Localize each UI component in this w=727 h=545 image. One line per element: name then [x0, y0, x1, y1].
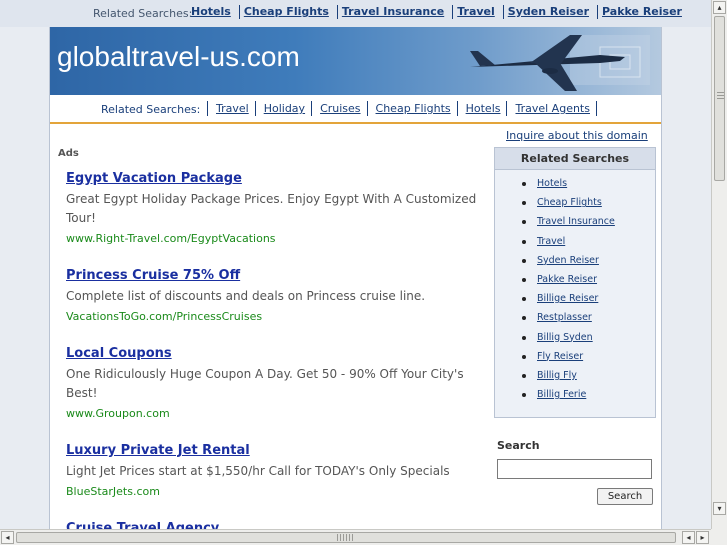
related-link-cheap-flights[interactable]: Cheap Flights: [537, 197, 602, 208]
ad-description: One Ridiculously Huge Coupon A Day. Get …: [66, 367, 464, 400]
ad-description: Complete list of discounts and deals on …: [66, 289, 426, 303]
top-related-label: Related Searches:: [93, 7, 193, 20]
top-related-links: Hotels Cheap Flights Travel Insurance Tr…: [187, 5, 686, 19]
subnav-label: Related Searches:: [101, 103, 201, 116]
related-link-billig-syden[interactable]: Billig Syden: [537, 332, 593, 343]
site-banner: globaltravel-us.com: [50, 27, 661, 95]
vertical-scrollbar[interactable]: ▴ ▾: [711, 0, 727, 529]
search-input[interactable]: [497, 459, 652, 479]
ad-item: Luxury Private Jet Rental Light Jet Pric…: [66, 443, 496, 498]
search-label: Search: [497, 439, 540, 452]
sub-navigation: Related Searches: Travel Holiday Cruises…: [50, 95, 661, 124]
list-item: Pakke Reiser: [519, 274, 655, 293]
inquire-domain-link[interactable]: Inquire about this domain: [506, 129, 648, 142]
top-link-syden-reiser[interactable]: Syden Reiser: [502, 5, 593, 19]
ad-item: Local Coupons One Ridiculously Huge Coup…: [66, 346, 496, 420]
grip-icon: [717, 92, 724, 100]
top-link-pakke-reiser[interactable]: Pakke Reiser: [597, 5, 686, 19]
airplane-icon: [470, 35, 650, 91]
ad-description: Light Jet Prices start at $1,550/hr Call…: [66, 464, 450, 478]
subnav-link-cheap-flights[interactable]: Cheap Flights: [366, 101, 457, 116]
list-item: Billig Fly: [519, 370, 655, 389]
list-item: Billig Ferie: [519, 389, 655, 408]
list-item: Billig Syden: [519, 332, 655, 351]
subnav-link-holiday[interactable]: Holiday: [254, 101, 311, 116]
ad-title-link[interactable]: Egypt Vacation Package: [66, 171, 496, 186]
site-title[interactable]: globaltravel-us.com: [57, 41, 300, 73]
search-button[interactable]: Search: [597, 488, 653, 505]
related-link-restplasser[interactable]: Restplasser: [537, 312, 592, 323]
related-link-fly-reiser[interactable]: Fly Reiser: [537, 351, 583, 362]
related-searches-box: Related Searches Hotels Cheap Flights Tr…: [494, 147, 656, 418]
ad-item: Cruise Travel Agency: [66, 521, 496, 529]
grip-icon: [337, 534, 353, 541]
ad-description: Great Egypt Holiday Package Prices. Enjo…: [66, 192, 477, 225]
ad-url-link[interactable]: VacationsToGo.com/PrincessCruises: [66, 310, 496, 323]
list-item: Cheap Flights: [519, 197, 655, 216]
top-link-travel-insurance[interactable]: Travel Insurance: [336, 5, 448, 19]
ad-url-link[interactable]: www.Right-Travel.com/EgyptVacations: [66, 232, 496, 245]
subnav-link-hotels[interactable]: Hotels: [456, 101, 507, 116]
horizontal-scrollbar[interactable]: ◂ ◂ ▸: [0, 529, 711, 545]
ad-url-link[interactable]: www.Groupon.com: [66, 407, 496, 420]
scroll-left-arrow-icon[interactable]: ◂: [682, 531, 695, 544]
scroll-down-arrow-icon[interactable]: ▾: [713, 502, 726, 515]
scroll-left-arrow-icon[interactable]: ◂: [1, 531, 14, 544]
ads-label: Ads: [58, 148, 79, 159]
related-link-hotels[interactable]: Hotels: [537, 178, 567, 189]
page-frame: globaltravel-us.com Related Searches: Tr…: [49, 27, 662, 529]
ad-title-link[interactable]: Cruise Travel Agency: [66, 521, 496, 529]
ad-title-link[interactable]: Local Coupons: [66, 346, 496, 361]
top-link-cheap-flights[interactable]: Cheap Flights: [238, 5, 333, 19]
ad-title-link[interactable]: Princess Cruise 75% Off: [66, 268, 496, 283]
ad-url-link[interactable]: BlueStarJets.com: [66, 485, 496, 498]
list-item: Restplasser: [519, 312, 655, 331]
list-item: Syden Reiser: [519, 255, 655, 274]
vertical-scroll-thumb[interactable]: [714, 16, 725, 181]
ad-item: Egypt Vacation Package Great Egypt Holid…: [66, 171, 496, 245]
related-link-billig-ferie[interactable]: Billig Ferie: [537, 389, 586, 400]
top-link-hotels[interactable]: Hotels: [187, 5, 235, 19]
scrollbar-corner: [711, 529, 727, 545]
subnav-link-cruises[interactable]: Cruises: [311, 101, 366, 116]
browser-viewport: Related Searches: Hotels Cheap Flights T…: [0, 0, 711, 529]
horizontal-scroll-thumb[interactable]: [16, 532, 676, 543]
subnav-divider: [595, 101, 597, 116]
related-link-travel-insurance[interactable]: Travel Insurance: [537, 216, 615, 227]
top-related-bar: Related Searches: Hotels Cheap Flights T…: [0, 0, 711, 27]
subnav-link-travel-agents[interactable]: Travel Agents: [506, 101, 596, 116]
ad-item: Princess Cruise 75% Off Complete list of…: [66, 268, 496, 323]
list-item: Billige Reiser: [519, 293, 655, 312]
related-link-travel[interactable]: Travel: [537, 236, 565, 247]
related-link-billige-reiser[interactable]: Billige Reiser: [537, 293, 598, 304]
scroll-right-arrow-icon[interactable]: ▸: [696, 531, 709, 544]
list-item: Travel Insurance: [519, 216, 655, 235]
related-searches-title: Related Searches: [495, 148, 655, 170]
ad-title-link[interactable]: Luxury Private Jet Rental: [66, 443, 496, 458]
related-link-billig-fly[interactable]: Billig Fly: [537, 370, 577, 381]
related-link-syden-reiser[interactable]: Syden Reiser: [537, 255, 599, 266]
list-item: Fly Reiser: [519, 351, 655, 370]
list-item: Hotels: [519, 178, 655, 197]
subnav-link-travel[interactable]: Travel: [207, 101, 255, 116]
related-link-pakke-reiser[interactable]: Pakke Reiser: [537, 274, 597, 285]
top-link-travel[interactable]: Travel: [452, 5, 499, 19]
scroll-up-arrow-icon[interactable]: ▴: [713, 1, 726, 14]
subnav-links: Travel Holiday Cruises Cheap Flights Hot…: [207, 101, 597, 116]
list-item: Travel: [519, 236, 655, 255]
related-searches-list: Hotels Cheap Flights Travel Insurance Tr…: [495, 178, 655, 408]
